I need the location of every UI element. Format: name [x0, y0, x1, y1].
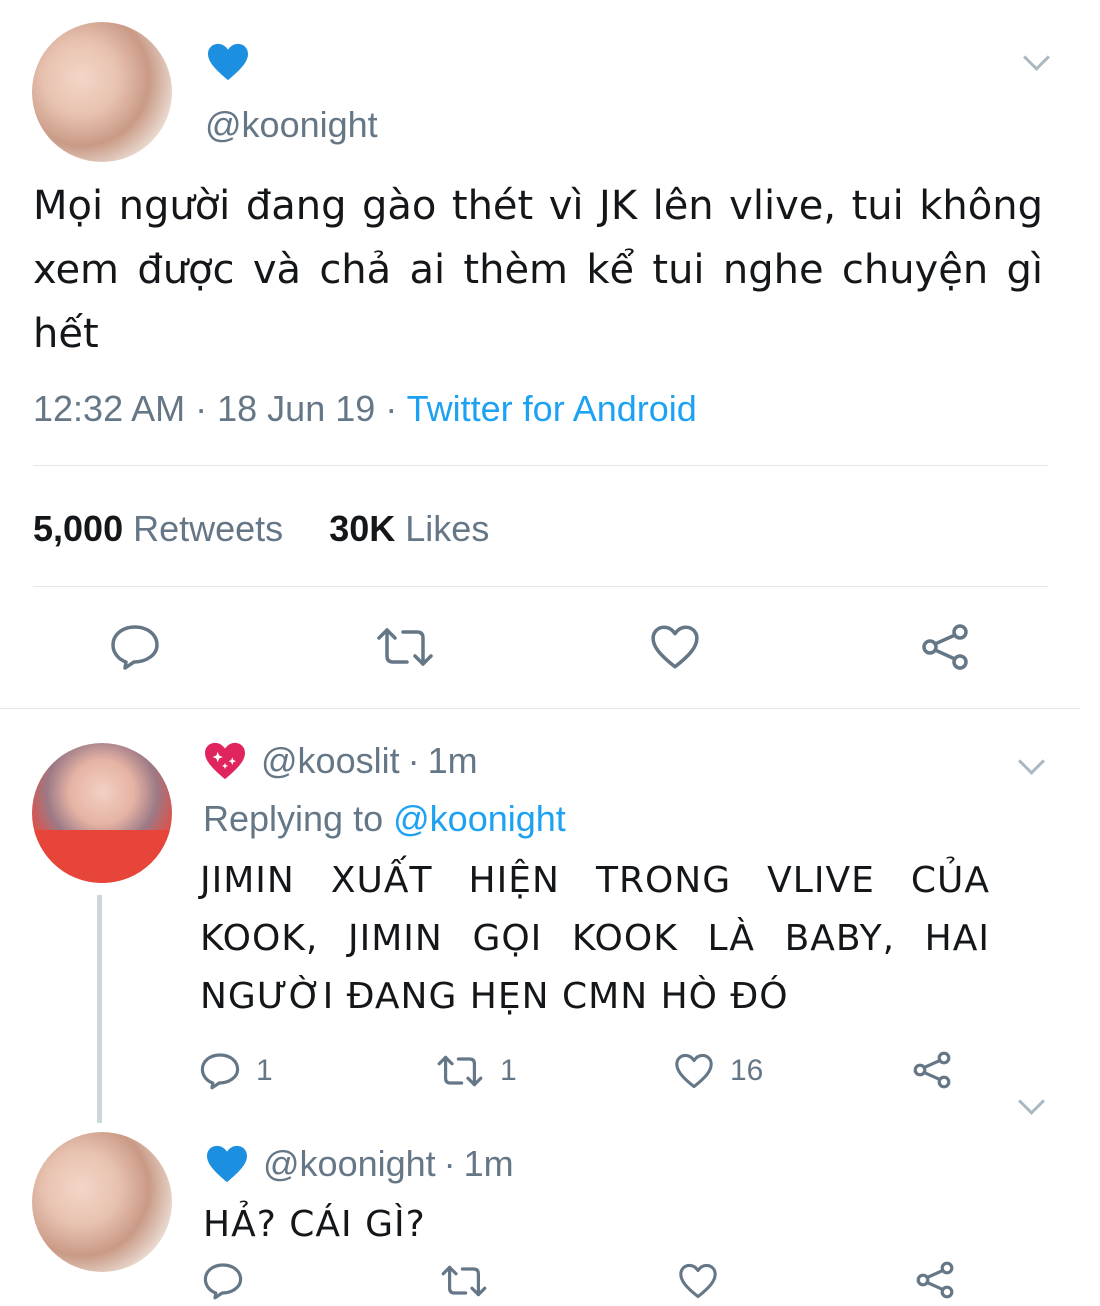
reply-time[interactable]: 1m	[464, 1143, 514, 1185]
retweet-button[interactable]: 1	[436, 1054, 517, 1088]
divider	[33, 465, 1048, 466]
chevron-down-icon[interactable]	[1018, 1088, 1045, 1115]
divider	[0, 708, 1080, 709]
like-button[interactable]: 16	[674, 1053, 763, 1089]
heart-icon	[651, 625, 699, 669]
sparkling-heart-icon	[203, 741, 247, 781]
meta-separator: ·	[407, 740, 420, 781]
meta-separator: ·	[385, 388, 398, 429]
likes-count: 30K	[329, 508, 396, 549]
retweets-stat[interactable]: 5,000 Retweets	[33, 508, 293, 549]
tweet-date: 18 Jun 19	[217, 388, 376, 429]
retweet-icon	[441, 1265, 487, 1297]
replying-to-label: Replying to	[203, 798, 384, 839]
reply-button[interactable]: 1	[200, 1052, 273, 1090]
retweet-count: 1	[500, 1054, 517, 1087]
reply-text: JIMIN XUẤT HIỆN TRONG VLIVE CỦA KOOK, JI…	[200, 860, 990, 1017]
blue-heart-icon	[205, 1144, 249, 1184]
tweet-meta: 12:32 AM · 18 Jun 19 · Twitter for Andro…	[33, 388, 697, 430]
likes-stat[interactable]: 30K Likes	[329, 508, 489, 549]
replying-to: Replying to @koonight	[203, 798, 566, 840]
reply-handle[interactable]: @kooslit	[261, 740, 400, 782]
retweet-icon	[377, 628, 433, 666]
thread-line	[97, 895, 102, 1123]
like-count: 16	[730, 1054, 764, 1087]
heart-icon	[675, 1053, 713, 1089]
reply-icon	[200, 1053, 240, 1090]
share-button[interactable]	[915, 1260, 955, 1300]
author-handle[interactable]: @koonight	[205, 104, 378, 146]
like-button[interactable]	[678, 1263, 718, 1299]
tweet-stats: 5,000 Retweets 30K Likes	[33, 508, 489, 550]
reply-avatar[interactable]	[32, 743, 172, 883]
reply-count: 1	[256, 1054, 273, 1087]
retweet-icon	[437, 1055, 483, 1087]
reply-icon	[203, 1263, 243, 1300]
divider	[33, 586, 1048, 587]
retweet-button[interactable]	[375, 626, 435, 668]
reply-button[interactable]	[110, 624, 160, 670]
likes-label: Likes	[405, 508, 490, 549]
reply-icon	[111, 625, 159, 670]
tweet-time: 12:32 AM	[33, 388, 186, 429]
tweet-source-link[interactable]: Twitter for Android	[407, 388, 697, 429]
reply-time[interactable]: 1m	[428, 740, 478, 782]
tweet-text: Mọi người đang gào thét vì JK lên vlive,…	[33, 183, 1043, 357]
meta-separator: ·	[443, 1143, 456, 1184]
retweets-label: Retweets	[133, 508, 284, 549]
share-icon	[916, 1261, 954, 1299]
heart-icon	[679, 1263, 717, 1299]
reply-handle[interactable]: @koonight	[263, 1143, 436, 1185]
author-avatar[interactable]	[32, 22, 172, 162]
reply-button[interactable]	[203, 1262, 243, 1300]
share-button[interactable]	[912, 1050, 952, 1090]
retweets-count: 5,000	[33, 508, 124, 549]
like-button[interactable]	[650, 624, 700, 670]
share-icon	[922, 624, 968, 670]
replying-to-handle[interactable]: @koonight	[393, 798, 566, 839]
share-icon	[913, 1051, 951, 1089]
chevron-down-icon[interactable]	[1023, 44, 1050, 71]
meta-separator: ·	[195, 388, 208, 429]
blue-heart-icon	[206, 42, 250, 82]
share-button[interactable]	[920, 622, 970, 672]
chevron-down-icon[interactable]	[1018, 748, 1045, 775]
reply-avatar[interactable]	[32, 1132, 172, 1272]
reply-header: @koonight · 1m	[205, 1143, 514, 1185]
reply-text: HẢ? CÁI GÌ?	[203, 1204, 426, 1245]
retweet-button[interactable]	[440, 1264, 488, 1298]
reply-header: @kooslit · 1m	[203, 740, 478, 782]
